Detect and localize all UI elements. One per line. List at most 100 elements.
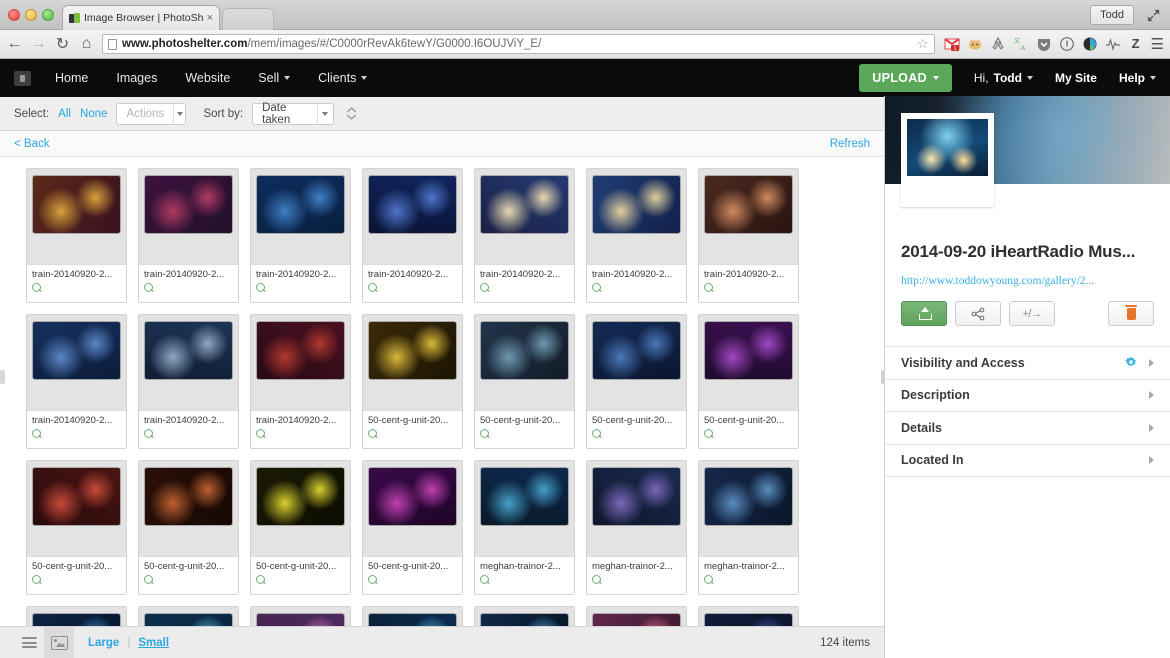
gallery-cover-frame[interactable] [901,113,994,207]
minimize-window-button[interactable] [25,9,37,21]
image-thumbnail[interactable] [480,175,569,234]
refresh-link[interactable]: Refresh [830,138,870,150]
account-menu[interactable]: Hi, Todd [974,71,1033,85]
accordion-located-in[interactable]: Located In [885,445,1170,477]
image-grid-item[interactable] [474,606,575,626]
image-thumbnail[interactable] [592,467,681,526]
search-icon[interactable] [480,283,491,294]
image-grid-item[interactable]: train-20140920-2... [250,314,351,449]
gear-icon[interactable] [1124,356,1138,370]
image-grid-item[interactable]: meghan-trainor-2... [698,460,799,595]
search-icon[interactable] [480,575,491,586]
accordion-description[interactable]: Description [885,380,1170,412]
search-icon[interactable] [704,283,715,294]
image-grid-item[interactable]: meghan-trainor-2... [586,460,687,595]
image-grid-item[interactable]: meghan-trainor-2... [474,460,575,595]
image-grid-item[interactable]: train-20140920-2... [138,168,239,303]
new-tab-button[interactable] [222,8,274,30]
search-icon[interactable] [32,429,43,440]
image-thumbnail[interactable] [592,321,681,380]
reload-icon[interactable]: ↻ [54,34,71,54]
upload-button[interactable]: UPLOAD [859,64,952,92]
photoshelter-logo-icon[interactable] [14,70,31,86]
nav-item-website[interactable]: Website [185,71,230,85]
back-link[interactable]: < Back [14,138,49,150]
image-thumbnail[interactable] [256,321,345,380]
image-grid-item[interactable]: 50-cent-g-unit-20... [698,314,799,449]
image-grid-item[interactable]: train-20140920-2... [474,168,575,303]
zotero-icon[interactable]: Z [1128,36,1144,52]
grid-view-button[interactable] [44,627,74,658]
image-grid-item[interactable] [250,606,351,626]
image-thumbnail[interactable] [592,175,681,234]
search-icon[interactable] [32,575,43,586]
search-icon[interactable] [256,575,267,586]
search-icon[interactable] [368,283,379,294]
image-thumbnail[interactable] [592,613,681,626]
image-grid-item[interactable]: train-20140920-2... [26,314,127,449]
pulse-icon[interactable] [1105,36,1121,52]
profile-button[interactable]: Todd [1090,5,1134,25]
image-grid-item[interactable]: 50-cent-g-unit-20... [362,314,463,449]
accordion-details[interactable]: Details [885,412,1170,445]
image-thumbnail[interactable] [480,467,569,526]
info-icon[interactable] [1059,36,1075,52]
image-grid-item[interactable] [698,606,799,626]
gmail-icon[interactable]: 1 [943,36,960,52]
left-panel-handle[interactable] [0,370,5,384]
image-thumbnail[interactable] [32,321,121,380]
search-icon[interactable] [592,283,603,294]
bookmark-star-icon[interactable]: ☆ [917,36,929,52]
sort-by-dropdown[interactable]: Date taken [252,102,335,126]
size-large-link[interactable]: Large [88,637,119,649]
image-grid-item[interactable]: train-20140920-2... [698,168,799,303]
list-view-button[interactable] [14,627,44,658]
image-grid-item[interactable]: train-20140920-2... [138,314,239,449]
image-grid-item[interactable]: 50-cent-g-unit-20... [138,460,239,595]
nav-item-sell[interactable]: Sell [258,71,291,85]
forward-icon[interactable]: → [30,35,47,53]
search-icon[interactable] [256,429,267,440]
search-icon[interactable] [144,283,155,294]
image-thumbnail[interactable] [480,321,569,380]
select-all-link[interactable]: All [58,108,71,120]
image-thumbnail[interactable] [704,175,793,234]
image-grid-item[interactable]: train-20140920-2... [26,168,127,303]
image-thumbnail[interactable] [32,613,121,626]
nav-item-images[interactable]: Images [116,71,157,85]
image-thumbnail[interactable] [704,613,793,626]
search-icon[interactable] [592,429,603,440]
image-thumbnail[interactable] [368,613,457,626]
search-icon[interactable] [704,575,715,586]
close-window-button[interactable] [8,9,20,21]
address-bar[interactable]: www.photoshelter.com /mem/images/#/C0000… [102,34,935,54]
search-icon[interactable] [144,575,155,586]
image-grid-item[interactable] [26,606,127,626]
delete-button[interactable] [1108,301,1154,326]
home-icon[interactable]: ⌂ [78,35,95,53]
image-thumbnail[interactable] [704,467,793,526]
image-thumbnail[interactable] [32,175,121,234]
image-grid-item[interactable]: 50-cent-g-unit-20... [586,314,687,449]
add-remove-button[interactable]: +/→ [1009,301,1055,326]
nav-item-clients[interactable]: Clients [318,71,368,85]
image-thumbnail[interactable] [256,613,345,626]
search-icon[interactable] [592,575,603,586]
image-thumbnail[interactable] [368,175,457,234]
image-grid-item[interactable] [138,606,239,626]
gallery-url-link[interactable]: http://www.toddowyoung.com/gallery/2... [901,275,1154,287]
image-thumbnail[interactable] [368,321,457,380]
browser-tab[interactable]: Image Browser | PhotoShe × [62,5,220,30]
accordion-visibility-and-access[interactable]: Visibility and Access [885,347,1170,380]
actions-dropdown[interactable]: Actions [116,102,187,125]
search-icon[interactable] [704,429,715,440]
search-icon[interactable] [368,429,379,440]
search-icon[interactable] [368,575,379,586]
image-grid-item[interactable]: 50-cent-g-unit-20... [474,314,575,449]
image-grid-item[interactable] [586,606,687,626]
browser-menu-icon[interactable]: ☰ [1151,35,1164,53]
publish-button[interactable] [901,301,947,326]
search-icon[interactable] [32,283,43,294]
select-none-link[interactable]: None [80,108,108,120]
search-icon[interactable] [256,283,267,294]
